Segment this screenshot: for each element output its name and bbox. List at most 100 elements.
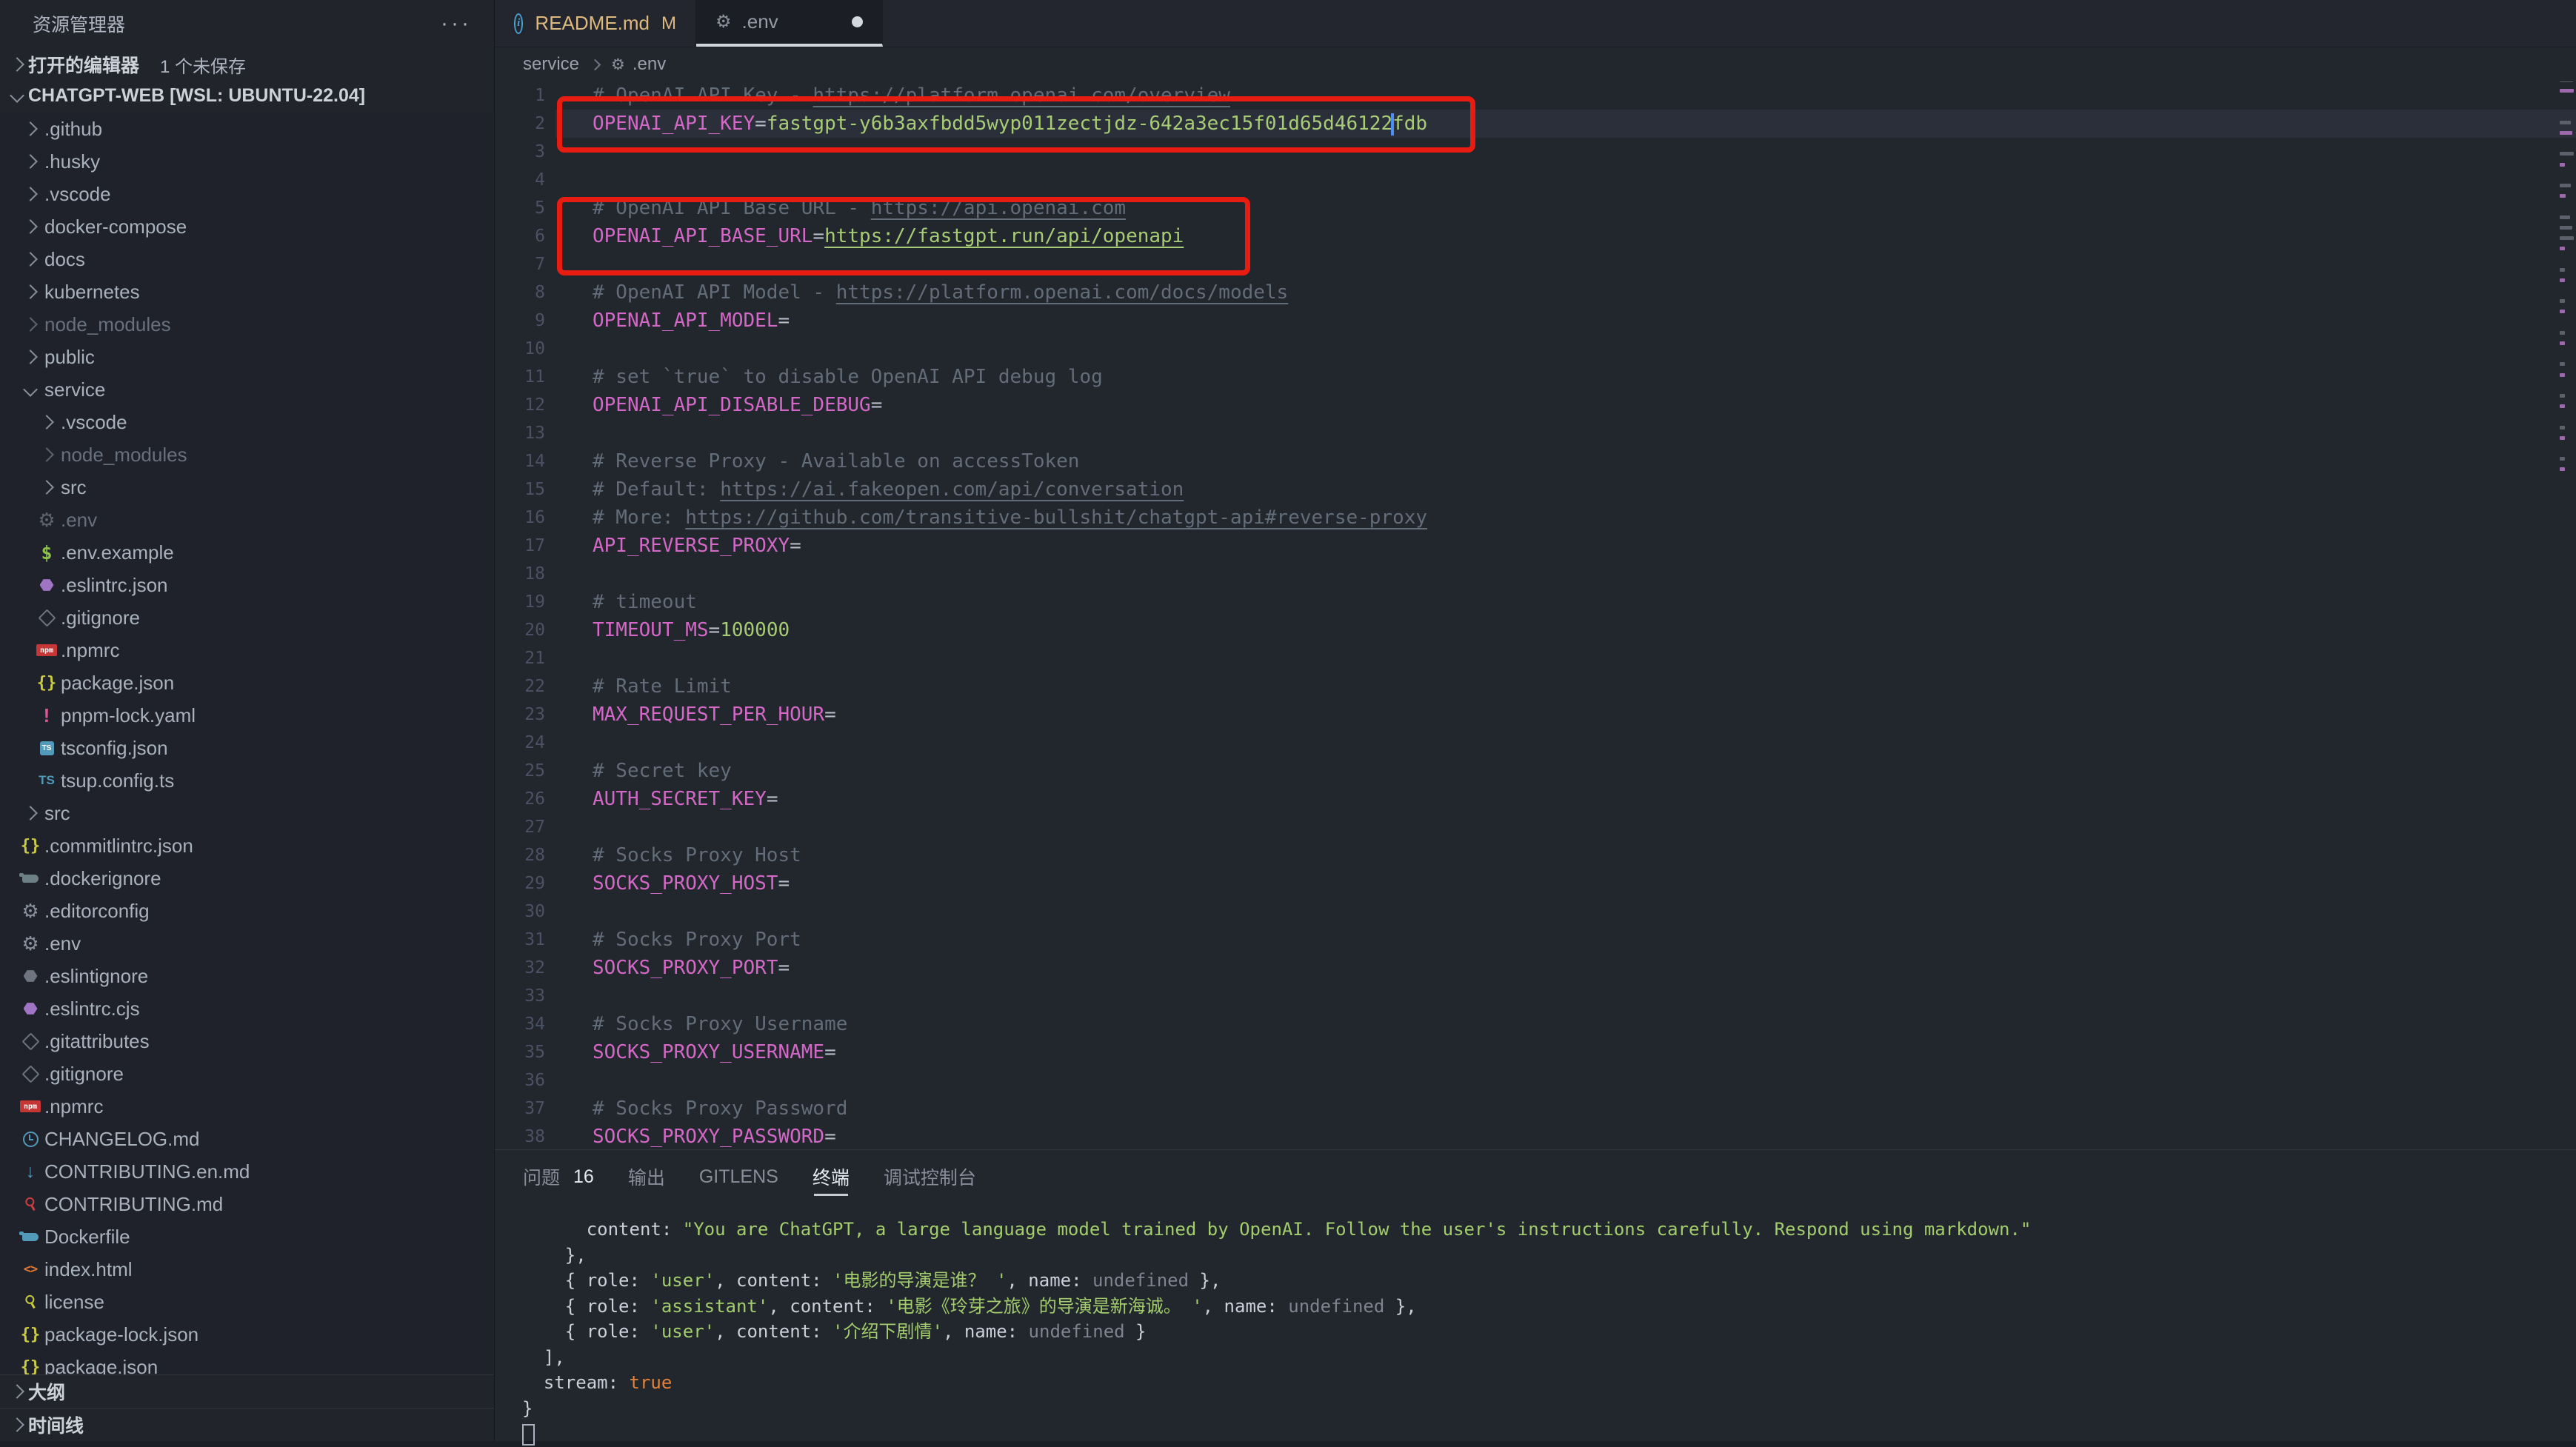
tree-item-public[interactable]: public bbox=[0, 341, 493, 373]
code-line-4[interactable]: 4 bbox=[495, 166, 2576, 194]
code-line-12[interactable]: 12OPENAI_API_DISABLE_DEBUG= bbox=[495, 391, 2576, 419]
tree-item-.env[interactable]: ⚙.env bbox=[0, 504, 493, 536]
code-line-9[interactable]: 9OPENAI_API_MODEL= bbox=[495, 307, 2576, 335]
code-line-23[interactable]: 23MAX_REQUEST_PER_HOUR= bbox=[495, 701, 2576, 729]
tree-item-CHANGELOG.md[interactable]: CHANGELOG.md bbox=[0, 1123, 493, 1155]
tree-item-docker-compose[interactable]: docker-compose bbox=[0, 210, 493, 243]
tree-item-node_modules[interactable]: node_modules bbox=[0, 438, 493, 471]
tree-item-.gitignore[interactable]: .gitignore bbox=[0, 1057, 493, 1090]
tree-item-docs[interactable]: docs bbox=[0, 243, 493, 275]
code-line-5[interactable]: 5# OpenAI API Base URL - https://api.ope… bbox=[495, 194, 2576, 222]
tree-item-.dockerignore[interactable]: .dockerignore bbox=[0, 862, 493, 895]
tree-item-.gitattributes[interactable]: .gitattributes bbox=[0, 1025, 493, 1057]
explorer-title: 资源管理器 bbox=[33, 10, 125, 37]
code-line-20[interactable]: 20TIMEOUT_MS=100000 bbox=[495, 616, 2576, 644]
tree-item-.gitignore[interactable]: .gitignore bbox=[0, 601, 493, 634]
tree-item-license[interactable]: license bbox=[0, 1286, 493, 1318]
code-line-15[interactable]: 15# Default: https://ai.fakeopen.com/api… bbox=[495, 475, 2576, 504]
more-actions-icon[interactable]: ··· bbox=[441, 11, 472, 36]
breadcrumb-file[interactable]: .env bbox=[633, 54, 666, 75]
sidebar-section-outline[interactable]: 大纲 bbox=[0, 1374, 493, 1408]
tab-env[interactable]: ⚙ .env bbox=[696, 0, 883, 47]
tree-item-package-lock.json[interactable]: {}package-lock.json bbox=[0, 1318, 493, 1351]
tab-problems[interactable]: 问题 16 bbox=[523, 1150, 594, 1203]
dirty-dot-icon[interactable] bbox=[852, 16, 863, 27]
tab-terminal[interactable]: 终端 bbox=[812, 1150, 850, 1203]
tree-item-tsup.config.ts[interactable]: TStsup.config.ts bbox=[0, 764, 493, 797]
tree-item-.env.example[interactable]: $.env.example bbox=[0, 536, 493, 569]
tree-item-.npmrc[interactable]: npm.npmrc bbox=[0, 1090, 493, 1123]
tree-item-service[interactable]: service bbox=[0, 373, 493, 406]
code-line-22[interactable]: 22# Rate Limit bbox=[495, 672, 2576, 701]
tab-gitlens[interactable]: GITLENS bbox=[699, 1150, 778, 1203]
code-line-18[interactable]: 18 bbox=[495, 560, 2576, 588]
minimap-mark bbox=[2560, 152, 2574, 156]
code-line-14[interactable]: 14# Reverse Proxy - Available on accessT… bbox=[495, 447, 2576, 475]
tab-output[interactable]: 输出 bbox=[628, 1150, 665, 1203]
code-line-26[interactable]: 26AUTH_SECRET_KEY= bbox=[495, 785, 2576, 813]
tab-readme[interactable]: i README.md M bbox=[495, 0, 696, 47]
code-line-31[interactable]: 31# Socks Proxy Port bbox=[495, 926, 2576, 954]
tree-item-CONTRIBUTING.en.md[interactable]: ↓CONTRIBUTING.en.md bbox=[0, 1155, 493, 1188]
code-line-16[interactable]: 16# More: https://github.com/transitive-… bbox=[495, 504, 2576, 532]
tree-item-.github[interactable]: .github bbox=[0, 113, 493, 145]
tree-item-index.html[interactable]: <>index.html bbox=[0, 1253, 493, 1286]
tree-item-src[interactable]: src bbox=[0, 797, 493, 829]
tree-item-.husky[interactable]: .husky bbox=[0, 145, 493, 178]
code-line-35[interactable]: 35SOCKS_PROXY_USERNAME= bbox=[495, 1038, 2576, 1066]
tree-item-.env[interactable]: ⚙.env bbox=[0, 927, 493, 960]
code-line-38[interactable]: 38SOCKS_PROXY_PASSWORD= bbox=[495, 1123, 2576, 1149]
code-line-28[interactable]: 28# Socks Proxy Host bbox=[495, 841, 2576, 869]
code-line-1[interactable]: 1# OpenAI API Key - https://platform.ope… bbox=[495, 81, 2576, 110]
code-line-30[interactable]: 30 bbox=[495, 898, 2576, 926]
code-line-29[interactable]: 29SOCKS_PROXY_HOST= bbox=[495, 869, 2576, 898]
sidebar-section-timeline[interactable]: 时间线 bbox=[0, 1408, 493, 1441]
tree-item-.eslintignore[interactable]: .eslintignore bbox=[0, 960, 493, 992]
tree-item-CONTRIBUTING.md[interactable]: CONTRIBUTING.md bbox=[0, 1188, 493, 1220]
code-line-24[interactable]: 24 bbox=[495, 729, 2576, 757]
breadcrumb-folder[interactable]: service bbox=[523, 54, 579, 75]
tree-item-src[interactable]: src bbox=[0, 471, 493, 504]
tree-item-.commitlintrc.json[interactable]: {}.commitlintrc.json bbox=[0, 829, 493, 862]
code-line-7[interactable]: 7 bbox=[495, 250, 2576, 278]
code-line-13[interactable]: 13 bbox=[495, 419, 2576, 447]
tree-item-tsconfig.json[interactable]: TStsconfig.json bbox=[0, 732, 493, 764]
code-line-11[interactable]: 11# set `true` to disable OpenAI API deb… bbox=[495, 363, 2576, 391]
tree-item-.eslintrc.json[interactable]: .eslintrc.json bbox=[0, 569, 493, 601]
code-area[interactable]: 1# OpenAI API Key - https://platform.ope… bbox=[495, 81, 2576, 1149]
code-line-37[interactable]: 37# Socks Proxy Password bbox=[495, 1095, 2576, 1123]
code-line-6[interactable]: 6OPENAI_API_BASE_URL=https://fastgpt.run… bbox=[495, 222, 2576, 250]
tree-item-kubernetes[interactable]: kubernetes bbox=[0, 275, 493, 308]
terminal-output[interactable]: content: "You are ChatGPT, a large langu… bbox=[495, 1217, 2576, 1441]
code-line-32[interactable]: 32SOCKS_PROXY_PORT= bbox=[495, 954, 2576, 982]
code-line-36[interactable]: 36 bbox=[495, 1066, 2576, 1095]
workspace-section[interactable]: CHATGPT-WEB [WSL: UBUNTU-22.04] bbox=[0, 80, 494, 111]
eslint-icon bbox=[40, 579, 54, 592]
tree-item-pnpm-lock.yaml[interactable]: !pnpm-lock.yaml bbox=[0, 699, 493, 732]
code-line-21[interactable]: 21 bbox=[495, 644, 2576, 672]
tree-item-.eslintrc.cjs[interactable]: .eslintrc.cjs bbox=[0, 992, 493, 1025]
tree-item-.vscode[interactable]: .vscode bbox=[0, 406, 493, 438]
terminal-line: { role: 'assistant', content: '电影《玲芽之旅》的… bbox=[522, 1294, 2576, 1320]
tree-item-package.json[interactable]: {}package.json bbox=[0, 666, 493, 699]
code-line-8[interactable]: 8# OpenAI API Model - https://platform.o… bbox=[495, 278, 2576, 307]
open-editors-section[interactable]: 打开的编辑器 1 个未保存 bbox=[0, 49, 494, 80]
code-line-10[interactable]: 10 bbox=[495, 335, 2576, 363]
tree-item-.vscode[interactable]: .vscode bbox=[0, 178, 493, 210]
tree-item-.editorconfig[interactable]: ⚙.editorconfig bbox=[0, 895, 493, 927]
minimap[interactable] bbox=[2559, 81, 2576, 1149]
code-line-17[interactable]: 17API_REVERSE_PROXY= bbox=[495, 532, 2576, 560]
tree-item-Dockerfile[interactable]: Dockerfile bbox=[0, 1220, 493, 1253]
tree-item-label: node_modules bbox=[44, 313, 171, 336]
tree-item-node_modules[interactable]: node_modules bbox=[0, 308, 493, 341]
tab-debug-console[interactable]: 调试控制台 bbox=[884, 1150, 976, 1203]
code-line-27[interactable]: 27 bbox=[495, 813, 2576, 841]
code-line-19[interactable]: 19# timeout bbox=[495, 588, 2576, 616]
tree-item-.npmrc[interactable]: npm.npmrc bbox=[0, 634, 493, 666]
line-number: 19 bbox=[495, 588, 555, 616]
code-line-25[interactable]: 25# Secret key bbox=[495, 757, 2576, 785]
code-line-33[interactable]: 33 bbox=[495, 982, 2576, 1010]
code-line-2[interactable]: 2OPENAI_API_KEY=fastgpt-y6b3axfbdd5wyp01… bbox=[495, 110, 2576, 138]
code-line-34[interactable]: 34# Socks Proxy Username bbox=[495, 1010, 2576, 1038]
code-line-3[interactable]: 3 bbox=[495, 138, 2576, 166]
